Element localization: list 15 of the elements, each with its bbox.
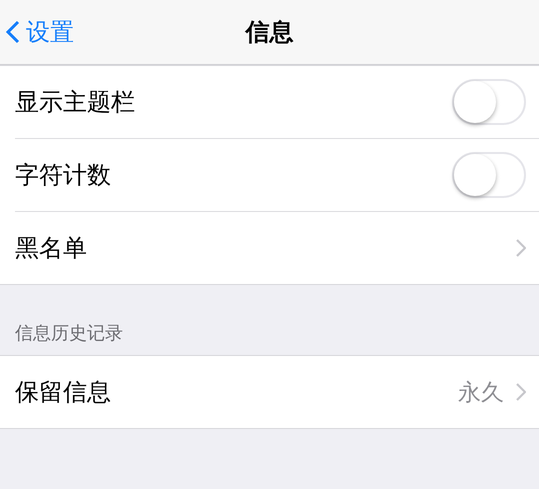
row-label: 字符计数 [15, 160, 112, 191]
toggle-switch[interactable] [452, 152, 526, 198]
settings-row[interactable]: 保留信息 永久 [15, 356, 539, 428]
row-label: 保留信息 [15, 377, 112, 408]
back-button[interactable]: 设置 [0, 16, 74, 48]
section-header: 信息历史记录 [15, 323, 123, 344]
chevron-icon [516, 383, 526, 401]
back-chevron-icon [6, 20, 20, 44]
row-value: 永久 [458, 378, 504, 408]
nav-title: 信息 [246, 18, 294, 46]
chevron-icon [516, 239, 526, 257]
toggle-switch[interactable] [452, 79, 526, 125]
row-label: 黑名单 [15, 233, 88, 264]
settings-row[interactable]: 黑名单 [15, 212, 539, 284]
row-label: 显示主题栏 [15, 87, 136, 118]
